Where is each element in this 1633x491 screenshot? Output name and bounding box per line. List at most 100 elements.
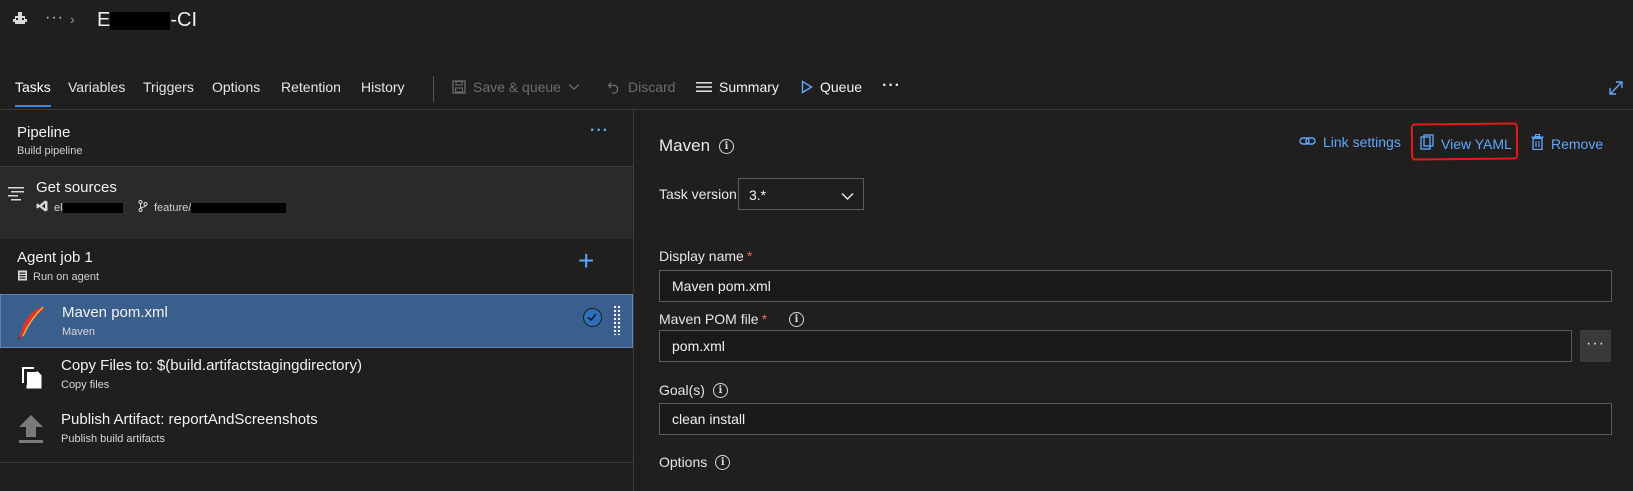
upload-icon bbox=[16, 413, 46, 448]
task-title: Copy Files to: $(build.artifactstagingdi… bbox=[61, 357, 362, 374]
pipeline-title: Pipeline bbox=[17, 124, 71, 141]
task-title: Publish Artifact: reportAndScreenshots bbox=[61, 411, 318, 428]
agent-job-title: Agent job 1 bbox=[17, 249, 93, 266]
build-pipeline-icon bbox=[12, 10, 28, 26]
info-icon[interactable]: i bbox=[715, 454, 731, 470]
required-mark: * bbox=[746, 248, 753, 264]
display-name-label-text: Display name bbox=[659, 248, 744, 264]
pipeline-subtitle: Build pipeline bbox=[17, 145, 83, 157]
task-version-value: 3.* bbox=[749, 187, 767, 203]
display-name-value: Maven pom.xml bbox=[672, 278, 771, 294]
task-title: Maven pom.xml bbox=[62, 304, 168, 321]
options-label-text: Options bbox=[659, 454, 708, 470]
task-version-label: Task version bbox=[659, 186, 737, 202]
page-title[interactable]: E -CI bbox=[97, 9, 197, 32]
pom-file-label: Maven POM file * i bbox=[659, 311, 805, 327]
tasks-divider bbox=[0, 462, 633, 463]
get-sources-title: Get sources bbox=[36, 179, 117, 196]
branch-icon bbox=[138, 200, 148, 215]
pipeline-panel: Pipeline Build pipeline ··· Get sources … bbox=[0, 110, 633, 491]
display-name-label: Display name * bbox=[659, 248, 752, 264]
redacted-block bbox=[62, 202, 123, 213]
toolbar: Tasks Variables Triggers Options Retenti… bbox=[0, 70, 1633, 108]
branch-name: feature/ bbox=[138, 200, 287, 215]
repository-name: el bbox=[36, 200, 123, 215]
pipeline-header[interactable]: Pipeline Build pipeline ··· bbox=[0, 110, 633, 166]
task-row-maven[interactable]: Maven pom.xml Maven bbox=[0, 294, 633, 348]
toolbar-divider bbox=[433, 76, 434, 102]
breadcrumb-chevron-icon: › bbox=[70, 11, 75, 27]
options-label: Options i bbox=[659, 454, 731, 470]
list-icon bbox=[696, 81, 712, 93]
task-detail-panel: Maven i Link settings View YAML Remove T… bbox=[634, 110, 1633, 491]
info-icon[interactable]: i bbox=[712, 382, 728, 398]
save-icon bbox=[452, 80, 466, 94]
summary-label: Summary bbox=[719, 79, 779, 95]
toolbar-more-button[interactable]: ··· bbox=[882, 77, 901, 95]
drag-handle-icon[interactable] bbox=[613, 305, 621, 335]
display-name-field[interactable]: Maven pom.xml bbox=[659, 270, 1612, 302]
task-detail-title: Maven i bbox=[659, 136, 735, 156]
discard-button[interactable]: Discard bbox=[607, 79, 675, 95]
page-title-suffix: -CI bbox=[170, 9, 198, 31]
queue-label: Queue bbox=[820, 79, 863, 95]
info-icon[interactable]: i bbox=[719, 138, 735, 154]
breadcrumb-more-button[interactable]: ··· bbox=[45, 9, 64, 27]
remove-label: Remove bbox=[1551, 135, 1604, 152]
tab-history[interactable]: History bbox=[361, 79, 405, 95]
browse-button[interactable]: ··· bbox=[1580, 330, 1611, 362]
link-icon bbox=[1299, 134, 1316, 150]
get-sources-item[interactable]: Get sources el feature/ bbox=[0, 167, 633, 239]
server-icon bbox=[17, 270, 28, 284]
tab-triggers[interactable]: Triggers bbox=[143, 79, 194, 95]
link-settings-button[interactable]: Link settings bbox=[1299, 134, 1401, 150]
agent-job-subtitle: Run on agent bbox=[17, 270, 99, 284]
trash-icon bbox=[1531, 133, 1544, 153]
save-queue-label: Save & queue bbox=[473, 79, 561, 95]
goals-value: clean install bbox=[672, 411, 746, 427]
redacted-block bbox=[191, 202, 287, 213]
add-task-button[interactable]: + bbox=[578, 245, 594, 277]
queue-button[interactable]: Queue bbox=[801, 79, 862, 95]
task-subtitle: Publish build artifacts bbox=[61, 433, 165, 445]
goals-field[interactable]: clean install bbox=[659, 403, 1612, 435]
play-icon bbox=[801, 80, 813, 94]
summary-button[interactable]: Summary bbox=[696, 79, 779, 95]
discard-label: Discard bbox=[628, 79, 676, 95]
info-icon[interactable]: i bbox=[789, 311, 805, 327]
save-queue-button[interactable]: Save & queue bbox=[452, 79, 580, 95]
chevron-down-icon bbox=[568, 83, 580, 91]
undo-icon bbox=[607, 80, 621, 94]
pom-file-field[interactable]: pom.xml bbox=[659, 330, 1572, 362]
maven-feather-icon bbox=[17, 306, 47, 343]
task-detail-title-text: Maven bbox=[659, 136, 711, 155]
task-row-publish-artifact[interactable]: Publish Artifact: reportAndScreenshots P… bbox=[0, 402, 633, 456]
tab-variables[interactable]: Variables bbox=[68, 79, 125, 95]
annotation-highlight bbox=[1410, 122, 1519, 161]
branch-prefix: feature/ bbox=[154, 201, 192, 214]
agent-job-item[interactable]: Agent job 1 Run on agent + bbox=[0, 239, 633, 295]
pipeline-more-button[interactable]: ··· bbox=[590, 122, 609, 140]
pom-file-label-text: Maven POM file bbox=[659, 311, 759, 327]
enabled-check-icon[interactable] bbox=[583, 308, 602, 327]
chevron-down-icon bbox=[841, 188, 854, 204]
page-title-prefix: E bbox=[97, 9, 111, 31]
tab-retention[interactable]: Retention bbox=[281, 79, 341, 95]
goals-label-text: Goal(s) bbox=[659, 382, 705, 398]
repository-prefix: el bbox=[54, 201, 63, 214]
agent-job-subtitle-text: Run on agent bbox=[33, 271, 100, 283]
task-row-copy-files[interactable]: Copy Files to: $(build.artifactstagingdi… bbox=[0, 348, 633, 402]
link-settings-label: Link settings bbox=[1323, 134, 1401, 150]
required-mark: * bbox=[761, 311, 768, 327]
expand-icon[interactable] bbox=[1608, 80, 1624, 99]
tab-tasks[interactable]: Tasks bbox=[15, 79, 51, 107]
remove-button[interactable]: Remove bbox=[1531, 133, 1604, 153]
task-subtitle: Maven bbox=[62, 326, 96, 338]
title-bar: ··· › E -CI bbox=[0, 0, 1633, 44]
tab-options[interactable]: Options bbox=[212, 79, 260, 95]
copy-files-icon bbox=[16, 359, 44, 392]
goals-label: Goal(s) i bbox=[659, 382, 728, 398]
redacted-block bbox=[110, 11, 171, 30]
get-sources-icon bbox=[8, 187, 24, 204]
task-version-select[interactable]: 3.* bbox=[738, 178, 864, 210]
